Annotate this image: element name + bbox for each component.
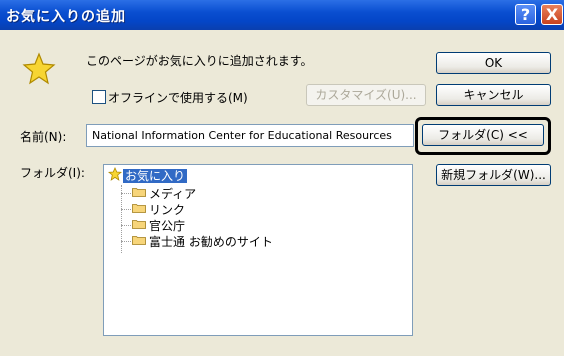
tree-item-government[interactable]: 官公庁 (149, 217, 185, 234)
offline-label[interactable]: オフラインで使用する(M) (108, 89, 248, 106)
tree-item-fujitsu-sites[interactable]: 富士通 お勧めのサイト (149, 233, 273, 250)
help-button[interactable]: ? (515, 4, 536, 25)
tree-connector (121, 225, 131, 226)
tree-item-favorites[interactable]: お気に入り (123, 167, 188, 184)
favorites-star-icon (22, 52, 56, 85)
offline-checkbox[interactable] (92, 90, 106, 104)
name-field[interactable]: National Information Center for Educatio… (86, 124, 414, 147)
dialog-title: お気に入りの追加 (6, 9, 126, 25)
favorites-star-icon (108, 167, 122, 181)
tree-connector-vertical (121, 185, 122, 253)
cancel-button[interactable]: キャンセル (436, 84, 551, 106)
tree-connector (121, 193, 131, 194)
tree-item-label: お気に入り (123, 169, 188, 183)
folder-icon (132, 236, 146, 245)
ok-button[interactable]: OK (436, 52, 551, 74)
new-folder-button[interactable]: 新規フォルダ(W)... (436, 164, 551, 186)
folder-icon (132, 204, 146, 213)
customize-button[interactable]: カスタマイズ(U)... (306, 84, 426, 106)
info-message: このページがお気に入りに追加されます。 (86, 54, 313, 68)
highlight-frame (415, 117, 551, 155)
folder-icon (132, 220, 146, 229)
close-button[interactable]: X (541, 4, 563, 25)
add-favorite-dialog: お気に入りの追加 ? X このページがお気に入りに追加されます。 オフラインで使… (0, 0, 564, 356)
folder-tree[interactable]: お気に入り メディア リンク 官公庁 富士通 お勧めのサイト (103, 164, 413, 336)
tree-item-links[interactable]: リンク (149, 201, 185, 218)
tree-connector (121, 209, 131, 210)
folder-icon (132, 188, 146, 197)
folder-label: フォルダ(I): (20, 166, 85, 180)
name-label: 名前(N): (20, 130, 67, 144)
tree-connector (121, 241, 131, 242)
title-bar[interactable]: お気に入りの追加 ? X (0, 0, 564, 30)
tree-item-media[interactable]: メディア (149, 185, 196, 202)
